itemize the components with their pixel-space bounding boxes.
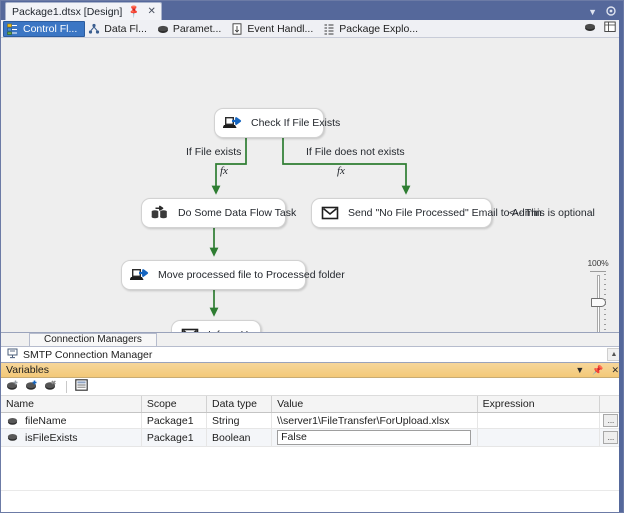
connection-managers-tab-row: Connection Managers	[1, 333, 623, 347]
annotation-this-is-optional[interactable]: <-- This is optional	[509, 207, 595, 219]
task-inform-user[interactable]: Inform User	[171, 320, 263, 332]
parameters-icon[interactable]	[584, 21, 596, 36]
designer-tab-bar: Control Fl... Data Fl... Paramet... Even…	[1, 20, 623, 38]
data-flow-icon	[88, 23, 100, 35]
column-header-value[interactable]: Value	[271, 396, 478, 413]
column-header-expression[interactable]: Expression	[477, 396, 600, 413]
tab-data-flow-label: Data Fl...	[104, 22, 147, 35]
move-variable-icon[interactable]	[25, 379, 39, 395]
grid-options-icon[interactable]	[75, 379, 88, 394]
chevron-down-icon[interactable]: ▼	[588, 7, 597, 17]
variable-scope-cell[interactable]: Package1	[141, 428, 207, 447]
variable-value-cell[interactable]: \\server1\FileTransfer\ForUpload.xlsx	[271, 412, 478, 429]
tab-event-handlers[interactable]: Event Handl...	[228, 21, 320, 37]
variable-icon	[7, 416, 18, 426]
variable-name-text: isFileExists	[25, 431, 78, 444]
column-header-data-type[interactable]: Data type	[206, 396, 273, 413]
file-system-task-icon	[129, 266, 150, 284]
close-icon[interactable]: ✕	[148, 6, 156, 17]
package-explorer-icon	[323, 23, 335, 35]
expression-indicator-left: fx	[220, 165, 228, 177]
task-move-processed-file[interactable]: Move processed file to Processed folder	[121, 260, 345, 290]
variable-data-type-cell[interactable]: Boolean	[206, 428, 273, 447]
expression-indicator-right: fx	[337, 165, 345, 177]
send-mail-task-icon	[180, 326, 200, 332]
table-row[interactable]: isFileExists Package1 Boolean False ...	[1, 428, 624, 447]
variables-title-bar: Variables ▼ 📌 ✕	[1, 363, 623, 378]
variable-scope-cell[interactable]: Package1	[141, 412, 207, 429]
precedence-constraints	[209, 138, 411, 317]
tab-connection-managers[interactable]: Connection Managers	[29, 333, 157, 346]
ssis-designer-window: Package1.dtsx [Design] 📌 ✕ ▼ Control Fl.…	[0, 0, 624, 513]
document-tab-strip: Package1.dtsx [Design] 📌 ✕ ▼	[1, 1, 623, 20]
control-flow-icon	[7, 23, 19, 35]
event-handlers-icon	[231, 22, 243, 35]
variable-name-cell[interactable]: isFileExists	[1, 428, 142, 447]
connection-manager-item-smtp[interactable]: SMTP Connection Manager	[23, 349, 152, 361]
close-icon[interactable]: ✕	[611, 365, 619, 376]
pin-icon[interactable]: 📌	[592, 365, 603, 376]
variables-grid: Name Scope Data type Value Expression fi…	[1, 396, 624, 447]
tab-control-flow[interactable]: Control Fl...	[3, 20, 86, 37]
tab-parameters[interactable]: Paramet...	[154, 21, 228, 37]
column-header-name[interactable]: Name	[1, 396, 142, 413]
expression-builder-button[interactable]: ...	[603, 414, 619, 427]
tab-data-flow[interactable]: Data Fl...	[85, 21, 154, 37]
zoom-control: 100%	[581, 258, 615, 332]
variable-data-type-cell[interactable]: String	[206, 412, 273, 429]
tab-parameters-label: Paramet...	[172, 22, 222, 35]
variable-name-cell[interactable]: fileName	[1, 412, 142, 429]
task-label: Check If File Exists	[251, 117, 341, 129]
constraint-label-if-file-exists[interactable]: If File exists	[186, 146, 241, 158]
task-label: Do Some Data Flow Task	[178, 207, 297, 219]
file-system-task-icon	[222, 114, 243, 132]
task-send-no-file-processed-email[interactable]: Send "No File Processed" Email to Admin	[311, 198, 542, 228]
tab-package-explorer-label: Package Explo...	[339, 22, 419, 35]
column-header-scope[interactable]: Scope	[141, 396, 207, 413]
task-label: Inform User	[208, 329, 263, 332]
variable-name-text: fileName	[25, 414, 67, 427]
toolbar-separator	[66, 380, 67, 393]
task-check-if-file-exists[interactable]: Check If File Exists	[214, 108, 340, 138]
task-label: Move processed file to Processed folder	[158, 269, 345, 281]
chevron-down-icon[interactable]: ▼	[575, 365, 584, 375]
document-tab-package1[interactable]: Package1.dtsx [Design] 📌 ✕	[5, 2, 162, 20]
window-right-border	[619, 20, 623, 512]
package-explorer-grid-icon[interactable]	[604, 21, 616, 36]
gear-icon[interactable]	[606, 6, 616, 18]
tab-package-explorer[interactable]: Package Explo...	[320, 21, 425, 37]
zoom-slider[interactable]	[590, 271, 606, 332]
variable-expression-cell[interactable]	[477, 428, 600, 447]
tabstrip-right-buttons: ▼	[588, 6, 623, 20]
parameters-icon	[157, 23, 169, 35]
table-row[interactable]: fileName Package1 String \\server1\FileT…	[1, 412, 624, 429]
zoom-percent-label: 100%	[587, 258, 609, 268]
delete-variable-icon[interactable]	[44, 379, 58, 395]
variables-grid-header: Name Scope Data type Value Expression	[1, 396, 624, 413]
designer-tab-right-icons	[584, 21, 623, 36]
pin-icon[interactable]: 📌	[127, 4, 142, 19]
variables-pane: Variables ▼ 📌 ✕ Name Scope Data type Val…	[1, 363, 624, 491]
send-mail-task-icon	[320, 204, 340, 222]
variable-value-input[interactable]: False	[277, 430, 472, 445]
zoom-slider-thumb[interactable]	[591, 298, 606, 307]
add-variable-icon[interactable]	[6, 379, 20, 395]
constraint-label-if-file-does-not-exist[interactable]: If File does not exists	[306, 146, 405, 158]
control-flow-canvas[interactable]: Check If File Exists Do Some Data Flow T…	[1, 38, 623, 333]
document-tab-label: Package1.dtsx [Design]	[12, 5, 123, 18]
tab-control-flow-label: Control Fl...	[23, 22, 78, 35]
tab-event-handlers-label: Event Handl...	[247, 22, 314, 35]
variables-grid-empty-area[interactable]	[1, 447, 623, 491]
variable-expression-cell[interactable]	[477, 412, 600, 429]
data-flow-task-icon	[150, 204, 170, 222]
variable-icon	[7, 432, 18, 442]
task-do-some-data-flow-task[interactable]: Do Some Data Flow Task	[141, 198, 296, 228]
page-title: Variables	[6, 364, 49, 376]
connection-manager-icon	[7, 348, 18, 362]
connection-managers-list: SMTP Connection Manager ▲	[1, 347, 623, 363]
variables-toolbar	[1, 378, 623, 396]
expression-builder-button[interactable]: ...	[603, 431, 619, 444]
variable-value-cell[interactable]: False	[271, 428, 478, 447]
